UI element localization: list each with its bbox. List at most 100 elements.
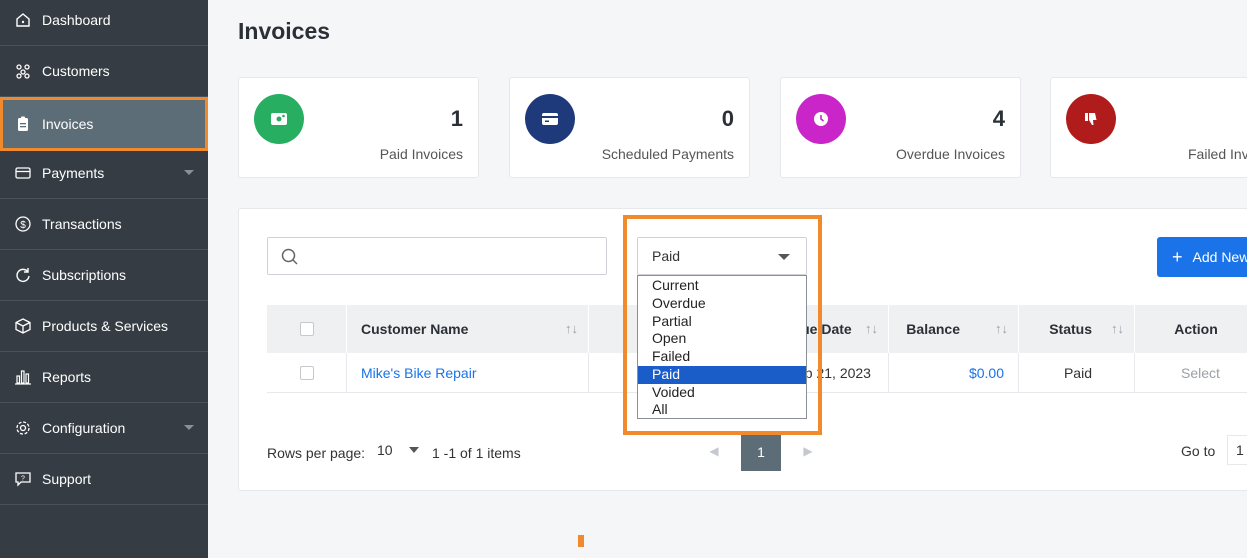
column-label: Status — [1049, 321, 1092, 337]
status-option-failed[interactable]: Failed — [638, 348, 806, 366]
orange-marker — [578, 535, 584, 547]
status-option-overdue[interactable]: Overdue — [638, 295, 806, 313]
stat-card-paid[interactable]: 1 Paid Invoices — [238, 77, 479, 178]
status-option-open[interactable]: Open — [638, 330, 806, 348]
stat-value: 1 — [450, 106, 463, 131]
stat-label: Scheduled Payments — [601, 146, 734, 162]
status-cell: Paid — [1019, 353, 1135, 393]
chevron-down-icon — [184, 170, 194, 175]
status-dropdown-list: Current Overdue Partial Open Failed Paid… — [637, 275, 807, 419]
plus-icon: + — [1172, 247, 1183, 267]
stat-label: Overdue Invoices — [896, 146, 1005, 162]
select-all-cell — [267, 305, 347, 353]
column-status[interactable]: Status ↑↓ — [1019, 305, 1135, 353]
sort-icon: ↑↓ — [1111, 321, 1124, 336]
next-page-button[interactable]: ▶ — [789, 433, 827, 469]
balance-link[interactable]: $0.00 — [969, 365, 1004, 381]
chat-icon: ? — [14, 470, 32, 488]
sidebar-item-transactions[interactable]: $ Transactions — [0, 199, 208, 250]
stat-card-scheduled[interactable]: 0 Scheduled Payments — [509, 77, 750, 178]
column-balance[interactable]: Balance ↑↓ — [889, 305, 1019, 353]
sidebar-item-support[interactable]: ? Support — [0, 454, 208, 505]
column-label: Action — [1174, 321, 1218, 337]
status-option-partial[interactable]: Partial — [638, 313, 806, 331]
search-icon — [280, 247, 300, 267]
search-input[interactable] — [308, 238, 598, 274]
sidebar-item-label: Subscriptions — [42, 267, 127, 283]
goto-input[interactable]: 1 — [1227, 435, 1247, 465]
sidebar-item-customers[interactable]: Customers — [0, 46, 208, 97]
column-action: Action — [1135, 305, 1247, 353]
sidebar-item-label: Transactions — [42, 216, 122, 232]
people-icon — [14, 62, 32, 80]
refresh-icon — [14, 266, 32, 284]
status-option-paid[interactable]: Paid — [638, 365, 806, 384]
sidebar-item-label: Invoices — [42, 115, 94, 132]
sidebar-item-label: Reports — [42, 369, 92, 385]
stat-card-failed[interactable]: Failed Inv — [1050, 77, 1247, 178]
sidebar-item-payments[interactable]: Payments — [0, 148, 208, 199]
column-customer-name[interactable]: Customer Name ↑↓ — [347, 305, 589, 353]
sidebar-item-label: Products & Services — [42, 318, 169, 334]
status-filter-select[interactable]: Paid — [637, 237, 807, 275]
select-all-checkbox[interactable] — [299, 322, 314, 336]
sidebar-item-invoices[interactable]: Invoices — [0, 97, 208, 151]
sort-icon: ↑↓ — [865, 321, 878, 336]
chevron-down-icon — [184, 425, 194, 430]
sidebar-item-label: Dashboard — [42, 12, 111, 28]
clipboard-icon — [14, 115, 32, 133]
sidebar-item-label: Customers — [42, 63, 110, 79]
column-label: Balance — [906, 321, 960, 337]
stat-label: Paid Invoices — [379, 146, 463, 162]
chevron-down-icon — [778, 254, 790, 260]
row-checkbox[interactable] — [299, 366, 314, 380]
box-icon — [14, 317, 32, 335]
bar-chart-icon — [14, 368, 32, 386]
balance-cell: $0.00 — [889, 353, 1019, 393]
rows-per-page-value: 10 — [377, 442, 393, 458]
home-icon — [14, 11, 32, 29]
card-icon — [14, 164, 32, 182]
sidebar-item-reports[interactable]: Reports — [0, 352, 208, 403]
page-title: Invoices — [238, 18, 331, 44]
chevron-down-icon — [409, 447, 419, 453]
add-new-button[interactable]: + Add New — [1157, 237, 1247, 277]
range-text: 1 -1 of 1 items — [432, 445, 521, 461]
clock-icon — [796, 94, 846, 144]
action-select[interactable]: Select — [1135, 353, 1247, 393]
rows-per-page-label: Rows per page: — [267, 445, 366, 461]
sidebar-item-label: Configuration — [42, 420, 126, 436]
add-new-label: Add New — [1192, 249, 1247, 265]
sidebar-item-label: Support — [42, 471, 92, 487]
main-content: Invoices 1 Paid Invoices 0 Scheduled Pay… — [208, 0, 1247, 558]
status-filter-value: Paid — [652, 248, 681, 264]
svg-text:$: $ — [20, 220, 26, 231]
sidebar: Dashboard Customers Invoices Payments $ … — [0, 0, 208, 558]
pagination: Rows per page: 10 1 -1 of 1 items ◀ 1 ▶ … — [267, 431, 1247, 471]
search-box[interactable] — [267, 237, 607, 275]
stat-value: 4 — [992, 106, 1005, 131]
column-label: Customer Name — [361, 321, 469, 337]
stat-card-overdue[interactable]: 4 Overdue Invoices — [780, 77, 1021, 178]
rows-per-page-select[interactable]: 10 — [369, 435, 427, 465]
sidebar-item-products-services[interactable]: Products & Services — [0, 301, 208, 352]
prev-page-button[interactable]: ◀ — [695, 433, 733, 469]
thumbs-down-icon — [1066, 94, 1116, 144]
sort-icon: ↑↓ — [995, 321, 1008, 336]
dollar-icon: $ — [14, 215, 32, 233]
status-option-all[interactable]: All — [638, 401, 806, 419]
sidebar-item-label: Payments — [42, 165, 105, 181]
sidebar-item-configuration[interactable]: Configuration — [0, 403, 208, 454]
sidebar-item-dashboard[interactable]: Dashboard — [0, 0, 208, 46]
customer-name-cell: Mike's Bike Repair — [347, 353, 589, 393]
svg-text:?: ? — [21, 476, 25, 483]
status-option-current[interactable]: Current — [638, 277, 806, 295]
stat-label: Failed Inv — [1188, 146, 1247, 162]
customer-link[interactable]: Mike's Bike Repair — [361, 365, 477, 381]
goto-label: Go to — [1181, 443, 1216, 459]
status-option-voided[interactable]: Voided — [638, 384, 806, 402]
stat-value: 0 — [721, 106, 734, 131]
sidebar-item-subscriptions[interactable]: Subscriptions — [0, 250, 208, 301]
sort-icon: ↑↓ — [565, 321, 578, 336]
current-page-button[interactable]: 1 — [741, 433, 781, 471]
